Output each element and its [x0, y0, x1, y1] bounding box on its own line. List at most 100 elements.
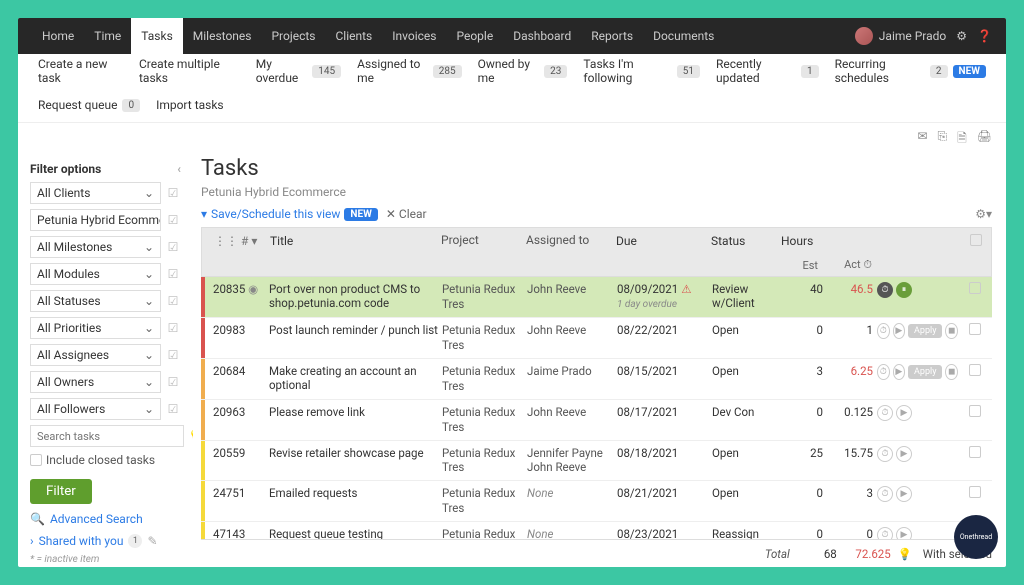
- filter-select-1[interactable]: Petunia Hybrid Ecommerce⌄: [30, 209, 161, 231]
- task-title[interactable]: Port over non product CMS to shop.petuni…: [265, 282, 442, 310]
- task-title[interactable]: Emailed requests: [265, 486, 442, 500]
- col-project[interactable]: Project: [441, 233, 526, 249]
- check-icon[interactable]: ☑: [165, 374, 181, 390]
- gear-icon[interactable]: ⚙: [956, 29, 967, 43]
- pdf-icon[interactable]: 🗎: [957, 129, 967, 150]
- shared-with-you[interactable]: ›Shared with you1✎: [30, 534, 181, 548]
- col-due[interactable]: Due: [616, 234, 711, 248]
- nav-reports[interactable]: Reports: [581, 18, 643, 54]
- stop-icon[interactable]: ◼: [945, 364, 958, 380]
- timer-icon[interactable]: ⏱: [877, 282, 893, 298]
- play-icon[interactable]: ▶: [893, 364, 906, 380]
- task-title[interactable]: Request queue testing: [265, 527, 442, 539]
- nav-home[interactable]: Home: [32, 18, 84, 54]
- search-input[interactable]: [30, 425, 184, 447]
- mail-icon[interactable]: ✉: [917, 129, 927, 150]
- table-row[interactable]: 20983Post launch reminder / punch listPe…: [201, 318, 992, 359]
- save-view[interactable]: ▾Save/Schedule this viewNEW: [201, 207, 378, 221]
- collapse-icon[interactable]: ‹: [177, 162, 181, 176]
- filter-select-4[interactable]: All Statuses⌄: [30, 290, 161, 312]
- subnav-recurring[interactable]: Recurring schedules2NEW: [829, 57, 992, 85]
- table-row[interactable]: 20684Make creating an account an optiona…: [201, 359, 992, 400]
- bulb-icon[interactable]: 💡: [895, 547, 915, 561]
- filter-select-8[interactable]: All Followers⌄: [30, 398, 161, 420]
- nav-time[interactable]: Time: [84, 18, 131, 54]
- col-act[interactable]: Act ⏱: [826, 258, 876, 272]
- filter-select-0[interactable]: All Clients⌄: [30, 182, 161, 204]
- table-row[interactable]: 24751Emailed requestsPetunia Redux TresN…: [201, 481, 992, 522]
- clock-icon[interactable]: ⏱: [877, 486, 893, 502]
- row-checkbox[interactable]: [969, 446, 981, 458]
- col-title[interactable]: Title: [266, 234, 441, 248]
- check-icon[interactable]: ☑: [165, 239, 181, 255]
- col-est[interactable]: Est: [781, 259, 826, 272]
- play-icon[interactable]: ▶: [896, 486, 912, 502]
- check-icon[interactable]: ☑: [165, 266, 181, 282]
- task-title[interactable]: Make creating an account an optional: [265, 364, 442, 392]
- clock-icon[interactable]: ⏱: [877, 323, 890, 339]
- subnav-create-multiple[interactable]: Create multiple tasks: [133, 57, 246, 85]
- advanced-search[interactable]: 🔍Advanced Search: [30, 512, 181, 526]
- nav-milestones[interactable]: Milestones: [183, 18, 262, 54]
- include-closed[interactable]: Include closed tasks: [30, 453, 181, 467]
- subnav-my-overdue[interactable]: My overdue145: [250, 57, 347, 85]
- nav-tasks[interactable]: Tasks: [131, 18, 183, 54]
- filter-select-3[interactable]: All Modules⌄: [30, 263, 161, 285]
- export-icon[interactable]: ⎘: [938, 129, 948, 150]
- check-icon[interactable]: ☑: [165, 293, 181, 309]
- row-checkbox[interactable]: [969, 364, 981, 376]
- pencil-icon[interactable]: ✎: [147, 534, 157, 548]
- check-icon[interactable]: ☑: [165, 401, 181, 417]
- filter-button[interactable]: Filter: [30, 479, 92, 504]
- play-icon[interactable]: ▶: [896, 446, 912, 462]
- filter-select-6[interactable]: All Assignees⌄: [30, 344, 161, 366]
- play-icon[interactable]: ▶: [893, 323, 906, 339]
- clock-icon[interactable]: ⏱: [877, 405, 893, 421]
- clock-icon[interactable]: ⏱: [877, 364, 890, 380]
- task-title[interactable]: Revise retailer showcase page: [265, 446, 442, 460]
- nav-dashboard[interactable]: Dashboard: [503, 18, 581, 54]
- subnav-assigned-to-me[interactable]: Assigned to me285: [351, 57, 468, 85]
- task-title[interactable]: Post launch reminder / punch list: [265, 323, 442, 337]
- nav-documents[interactable]: Documents: [643, 18, 724, 54]
- task-title[interactable]: Please remove link: [265, 405, 442, 419]
- play-icon[interactable]: ▶: [896, 527, 912, 539]
- filter-select-2[interactable]: All Milestones⌄: [30, 236, 161, 258]
- table-row[interactable]: 47143Request queue testingPetunia Redux …: [201, 522, 992, 539]
- subnav-owned-by-me[interactable]: Owned by me23: [472, 57, 574, 85]
- subnav-recently-updated[interactable]: Recently updated1: [710, 57, 825, 85]
- user-menu[interactable]: Jaime Prado: [855, 27, 946, 45]
- subnav-following[interactable]: Tasks I'm following51: [577, 57, 706, 85]
- pause-icon[interactable]: ⏸: [896, 282, 912, 298]
- check-icon[interactable]: ☑: [165, 185, 181, 201]
- stop-icon[interactable]: ◼: [945, 323, 958, 339]
- check-icon[interactable]: ☑: [165, 320, 181, 336]
- col-handle[interactable]: ⋮⋮#▾: [206, 234, 266, 248]
- row-checkbox[interactable]: [969, 282, 981, 294]
- subnav-request-queue[interactable]: Request queue0: [32, 98, 146, 112]
- apply-button[interactable]: Apply: [908, 324, 942, 338]
- table-row[interactable]: 20835 ◉Port over non product CMS to shop…: [201, 277, 992, 318]
- clock-icon[interactable]: ⏱: [877, 446, 893, 462]
- nav-invoices[interactable]: Invoices: [382, 18, 446, 54]
- play-icon[interactable]: ▶: [896, 405, 912, 421]
- check-icon[interactable]: ☑: [165, 212, 181, 228]
- col-assigned[interactable]: Assigned to: [526, 233, 616, 249]
- nav-clients[interactable]: Clients: [325, 18, 382, 54]
- subnav-import[interactable]: Import tasks: [150, 98, 230, 112]
- print-icon[interactable]: 🖨: [977, 129, 992, 150]
- apply-button[interactable]: Apply: [908, 365, 942, 379]
- table-settings-icon[interactable]: ⚙▾: [975, 207, 992, 221]
- table-row[interactable]: 20963Please remove linkPetunia Redux Tre…: [201, 400, 992, 441]
- row-checkbox[interactable]: [969, 405, 981, 417]
- row-checkbox[interactable]: [969, 323, 981, 335]
- filter-select-5[interactable]: All Priorities⌄: [30, 317, 161, 339]
- select-all-checkbox[interactable]: [970, 234, 982, 246]
- row-checkbox[interactable]: [969, 486, 981, 498]
- check-icon[interactable]: ☑: [165, 347, 181, 363]
- subnav-create-task[interactable]: Create a new task: [32, 57, 129, 85]
- clear-filters[interactable]: ✕Clear: [386, 207, 427, 221]
- nav-projects[interactable]: Projects: [261, 18, 325, 54]
- clock-icon[interactable]: ⏱: [877, 527, 893, 539]
- col-status[interactable]: Status: [711, 234, 781, 248]
